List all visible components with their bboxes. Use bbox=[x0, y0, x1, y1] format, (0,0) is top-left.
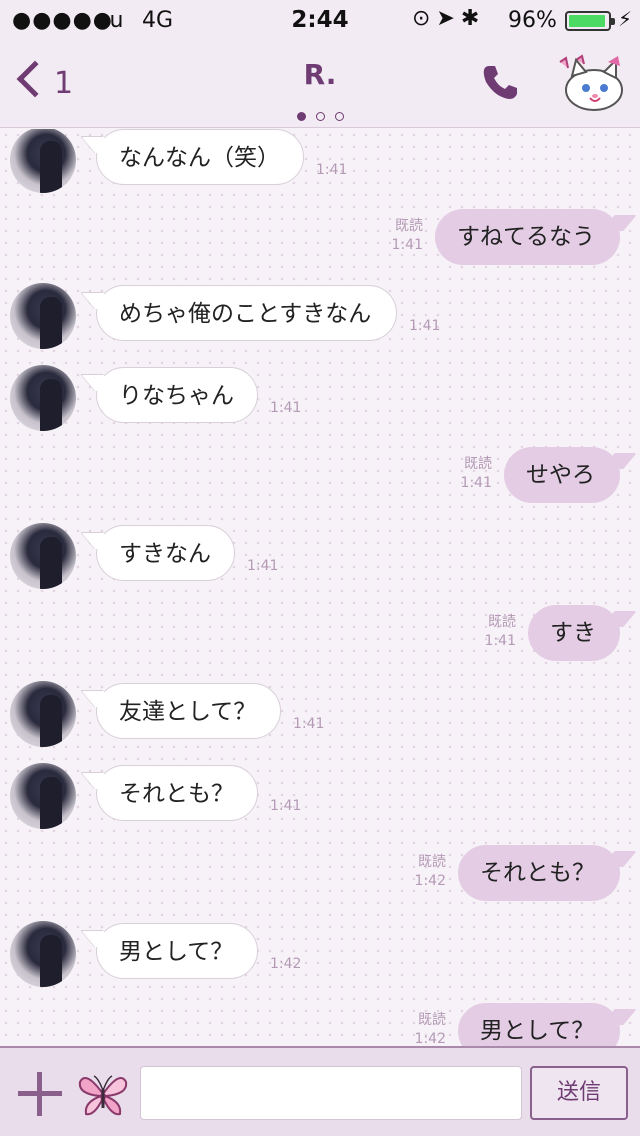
input-bar: 送信 bbox=[0, 1046, 640, 1136]
outgoing-message: せやろ 既読 1:41 bbox=[0, 445, 640, 515]
message-bubble[interactable]: それとも？ bbox=[96, 765, 258, 821]
incoming-message: 友達として？ 1:41 bbox=[0, 679, 640, 749]
message-time: 1:42 bbox=[270, 955, 301, 974]
add-attachment-button[interactable] bbox=[16, 1070, 64, 1118]
message-bubble[interactable]: それとも？ bbox=[458, 845, 620, 901]
read-receipt: 既読 bbox=[418, 1012, 446, 1028]
page-dot bbox=[315, 112, 325, 121]
contact-avatar[interactable] bbox=[10, 921, 76, 987]
phone-icon bbox=[483, 66, 517, 99]
chat-header: 1 R. bbox=[0, 40, 640, 128]
outgoing-message: 男として？ 既読 1:42 bbox=[0, 1001, 640, 1046]
charging-icon: ⚡ bbox=[618, 7, 633, 31]
message-bubble[interactable]: なんなん（笑） bbox=[96, 129, 304, 185]
incoming-message: それとも？ 1:41 bbox=[0, 761, 640, 831]
message-time: 既読 1:41 bbox=[485, 613, 516, 651]
status-bar: ●●●●● au 4G 2:44 ⊙➤✱ 96% ⚡ bbox=[0, 0, 640, 40]
sticker-button[interactable] bbox=[76, 1068, 130, 1120]
time-label: 1:41 bbox=[460, 475, 492, 491]
time-label: 1:41 bbox=[316, 162, 348, 178]
battery-percentage: 96% bbox=[508, 8, 557, 33]
time-label: 1:41 bbox=[293, 716, 325, 732]
outgoing-message: それとも？ 既読 1:42 bbox=[0, 843, 640, 913]
time-label: 1:42 bbox=[414, 873, 446, 889]
message-bubble[interactable]: りなちゃん bbox=[96, 367, 258, 423]
time-label: 1:41 bbox=[270, 798, 302, 814]
message-bubble[interactable]: すきなん bbox=[96, 525, 235, 581]
message-time: 1:41 bbox=[409, 317, 440, 336]
cat-sticker-menu-icon bbox=[559, 54, 623, 111]
time-label: 1:41 bbox=[409, 318, 441, 334]
message-bubble[interactable]: すき bbox=[528, 605, 620, 661]
message-time: 既読 1:42 bbox=[415, 853, 446, 891]
time-label: 1:42 bbox=[270, 956, 302, 972]
outgoing-message: すねてるなう 既読 1:41 bbox=[0, 207, 640, 277]
outgoing-message: すき 既読 1:41 bbox=[0, 603, 640, 673]
incoming-message: すきなん 1:41 bbox=[0, 521, 640, 591]
incoming-message: 男として？ 1:42 bbox=[0, 919, 640, 989]
contact-avatar[interactable] bbox=[10, 365, 76, 431]
incoming-message: めちゃ俺のことすきなん 1:41 bbox=[0, 281, 640, 351]
message-time: 1:41 bbox=[247, 557, 278, 576]
message-bubble[interactable]: めちゃ俺のことすきなん bbox=[96, 285, 397, 341]
message-time: 1:41 bbox=[293, 715, 324, 734]
time-label: 1:41 bbox=[484, 633, 516, 649]
page-dot bbox=[296, 112, 306, 121]
message-time: 既読 1:41 bbox=[392, 217, 423, 255]
send-button[interactable]: 送信 bbox=[530, 1066, 628, 1120]
incoming-message: りなちゃん 1:41 bbox=[0, 363, 640, 433]
contact-avatar[interactable] bbox=[10, 283, 76, 349]
time-label: 1:42 bbox=[414, 1031, 446, 1046]
contact-avatar[interactable] bbox=[10, 681, 76, 747]
chat-message-list[interactable]: なんなん（笑） 1:41 すねてるなう 既読 1:41 めちゃ俺のことすきなん 1:41 りな… bbox=[0, 129, 640, 1046]
butterfly-sticker-icon bbox=[78, 1075, 128, 1116]
page-dot bbox=[334, 112, 344, 121]
read-receipt: 既読 bbox=[488, 614, 516, 630]
message-input[interactable] bbox=[140, 1066, 522, 1120]
call-button[interactable] bbox=[480, 62, 520, 102]
time-label: 1:41 bbox=[391, 237, 423, 253]
message-time: 既読 1:41 bbox=[461, 455, 492, 493]
message-time: 1:41 bbox=[270, 797, 301, 816]
read-receipt: 既読 bbox=[464, 456, 492, 472]
contact-avatar[interactable] bbox=[10, 523, 76, 589]
incoming-message: なんなん（笑） 1:41 bbox=[0, 129, 640, 195]
page-indicator bbox=[0, 106, 640, 125]
message-bubble[interactable]: せやろ bbox=[504, 447, 620, 503]
time-label: 1:41 bbox=[247, 558, 279, 574]
message-bubble[interactable]: 男として？ bbox=[458, 1003, 620, 1046]
status-icons: ⊙➤✱ bbox=[412, 6, 486, 31]
message-time: 既読 1:42 bbox=[415, 1011, 446, 1046]
message-time: 1:41 bbox=[270, 399, 301, 418]
battery-icon bbox=[565, 11, 615, 31]
time-label: 1:41 bbox=[270, 400, 302, 416]
message-bubble[interactable]: 友達として？ bbox=[96, 683, 281, 739]
chat-title[interactable]: R. bbox=[0, 58, 640, 91]
contact-avatar[interactable] bbox=[10, 763, 76, 829]
message-bubble[interactable]: すねてるなう bbox=[435, 209, 620, 265]
message-bubble[interactable]: 男として？ bbox=[96, 923, 258, 979]
read-receipt: 既読 bbox=[418, 854, 446, 870]
read-receipt: 既読 bbox=[395, 218, 423, 234]
sticker-menu-button[interactable] bbox=[554, 54, 626, 114]
contact-avatar[interactable] bbox=[10, 129, 76, 193]
message-time: 1:41 bbox=[316, 161, 347, 180]
